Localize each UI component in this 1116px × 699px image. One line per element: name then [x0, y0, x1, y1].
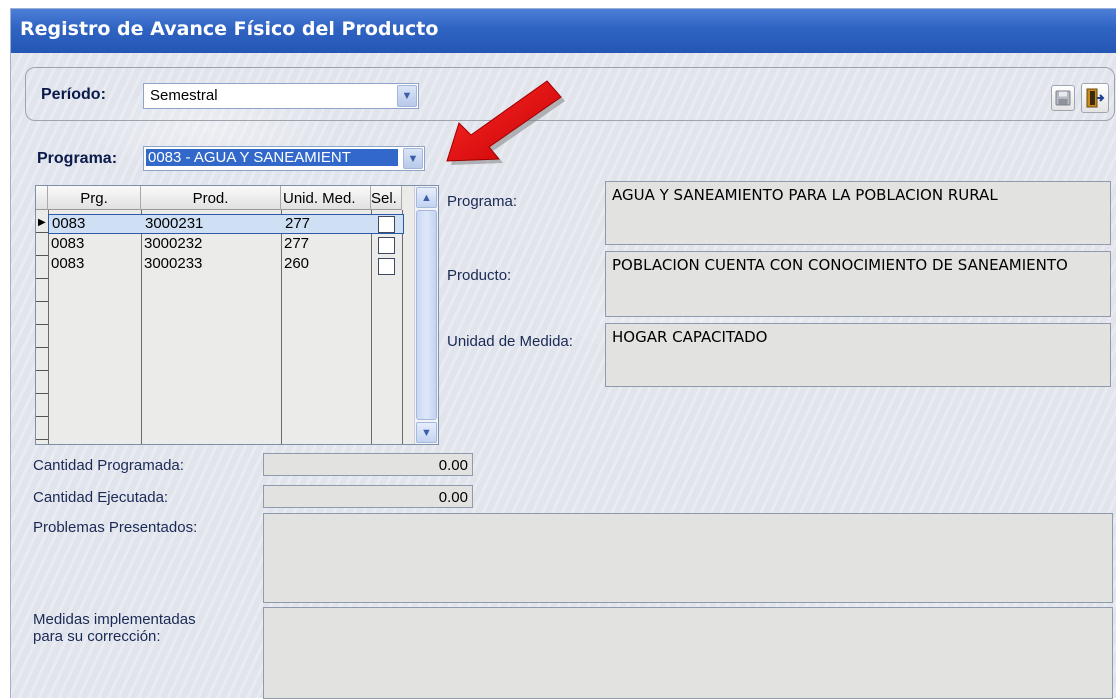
- scroll-up-button[interactable]: ▲: [416, 187, 437, 208]
- grid-header: Prg. Prod. Unid. Med. Sel.: [36, 186, 402, 210]
- scroll-down-button[interactable]: ▼: [416, 422, 437, 443]
- main-window: Registro de Avance Físico del Producto P…: [10, 8, 1116, 699]
- cantidad-ejecutada-input[interactable]: 0.00: [263, 485, 473, 508]
- cell-unid: 277: [285, 215, 311, 232]
- period-label: Período:: [41, 86, 106, 103]
- save-button[interactable]: [1051, 85, 1075, 111]
- program-label: Programa:: [37, 150, 118, 167]
- products-grid[interactable]: Prg. Prod. Unid. Med. Sel. ▶ 0083 300023…: [35, 185, 439, 445]
- header-prg[interactable]: Prg.: [48, 186, 141, 210]
- grid-scrollbar[interactable]: ▲ ▼: [414, 186, 438, 444]
- chevron-down-icon[interactable]: ▼: [397, 85, 417, 107]
- detail-producto-field: POBLACION CUENTA CON CONOCIMIENTO DE SAN…: [605, 251, 1111, 317]
- cell-prg: 0083: [51, 255, 85, 272]
- scroll-thumb[interactable]: [416, 210, 437, 420]
- row-indicator-column: [36, 210, 48, 444]
- save-icon: [1055, 90, 1071, 106]
- program-select[interactable]: 0083 - AGUA Y SANEAMIENT ▼: [143, 146, 425, 171]
- cell-prod: 3000231: [145, 215, 204, 232]
- detail-producto-label: Producto:: [447, 267, 512, 284]
- table-row[interactable]: 0083 3000233 260: [48, 255, 404, 275]
- row-select-checkbox[interactable]: [378, 237, 395, 254]
- exit-button[interactable]: [1081, 83, 1109, 113]
- period-select-value: Semestral: [150, 87, 218, 104]
- cell-unid: 277: [284, 235, 310, 252]
- medidas-label-line1: Medidas implementadas: [33, 611, 196, 628]
- row-select-checkbox[interactable]: [378, 258, 395, 275]
- grid-header-corner: [36, 186, 48, 210]
- detail-programa-label: Programa:: [447, 193, 518, 210]
- exit-door-icon: [1086, 88, 1105, 108]
- detail-unidad-field: HOGAR CAPACITADO: [605, 323, 1111, 387]
- cantidad-programada-label: Cantidad Programada:: [33, 457, 184, 474]
- detail-unidad-label: Unidad de Medida:: [447, 333, 573, 350]
- table-row[interactable]: 0083 3000231 277: [48, 214, 404, 234]
- medidas-label-line2: para su corrección:: [33, 628, 161, 645]
- cantidad-programada-input[interactable]: 0.00: [263, 453, 473, 476]
- table-row[interactable]: 0083 3000232 277: [48, 235, 404, 255]
- cell-unid: 260: [284, 255, 310, 272]
- problemas-textarea[interactable]: [263, 513, 1113, 603]
- period-select[interactable]: Semestral ▼: [143, 83, 419, 109]
- detail-programa-field: AGUA Y SANEAMIENTO PARA LA POBLACION RUR…: [605, 181, 1111, 245]
- annotation-arrow-icon: [446, 80, 565, 165]
- medidas-textarea[interactable]: [263, 607, 1113, 699]
- cell-prg: 0083: [51, 235, 85, 252]
- row-select-checkbox[interactable]: [378, 216, 395, 233]
- cantidad-ejecutada-label: Cantidad Ejecutada:: [33, 489, 169, 506]
- problemas-label: Problemas Presentados:: [33, 519, 198, 536]
- header-sel[interactable]: Sel.: [371, 186, 402, 210]
- header-prod[interactable]: Prod.: [141, 186, 281, 210]
- cell-prg: 0083: [52, 215, 86, 232]
- header-unid-med[interactable]: Unid. Med.: [281, 186, 371, 210]
- cell-prod: 3000232: [144, 235, 203, 252]
- row-pointer-icon: ▶: [38, 217, 46, 228]
- program-select-value: 0083 - AGUA Y SANEAMIENT: [146, 149, 398, 166]
- chevron-down-icon[interactable]: ▼: [403, 148, 423, 169]
- cell-prod: 3000233: [144, 255, 203, 272]
- window-title: Registro de Avance Físico del Producto: [11, 9, 1116, 53]
